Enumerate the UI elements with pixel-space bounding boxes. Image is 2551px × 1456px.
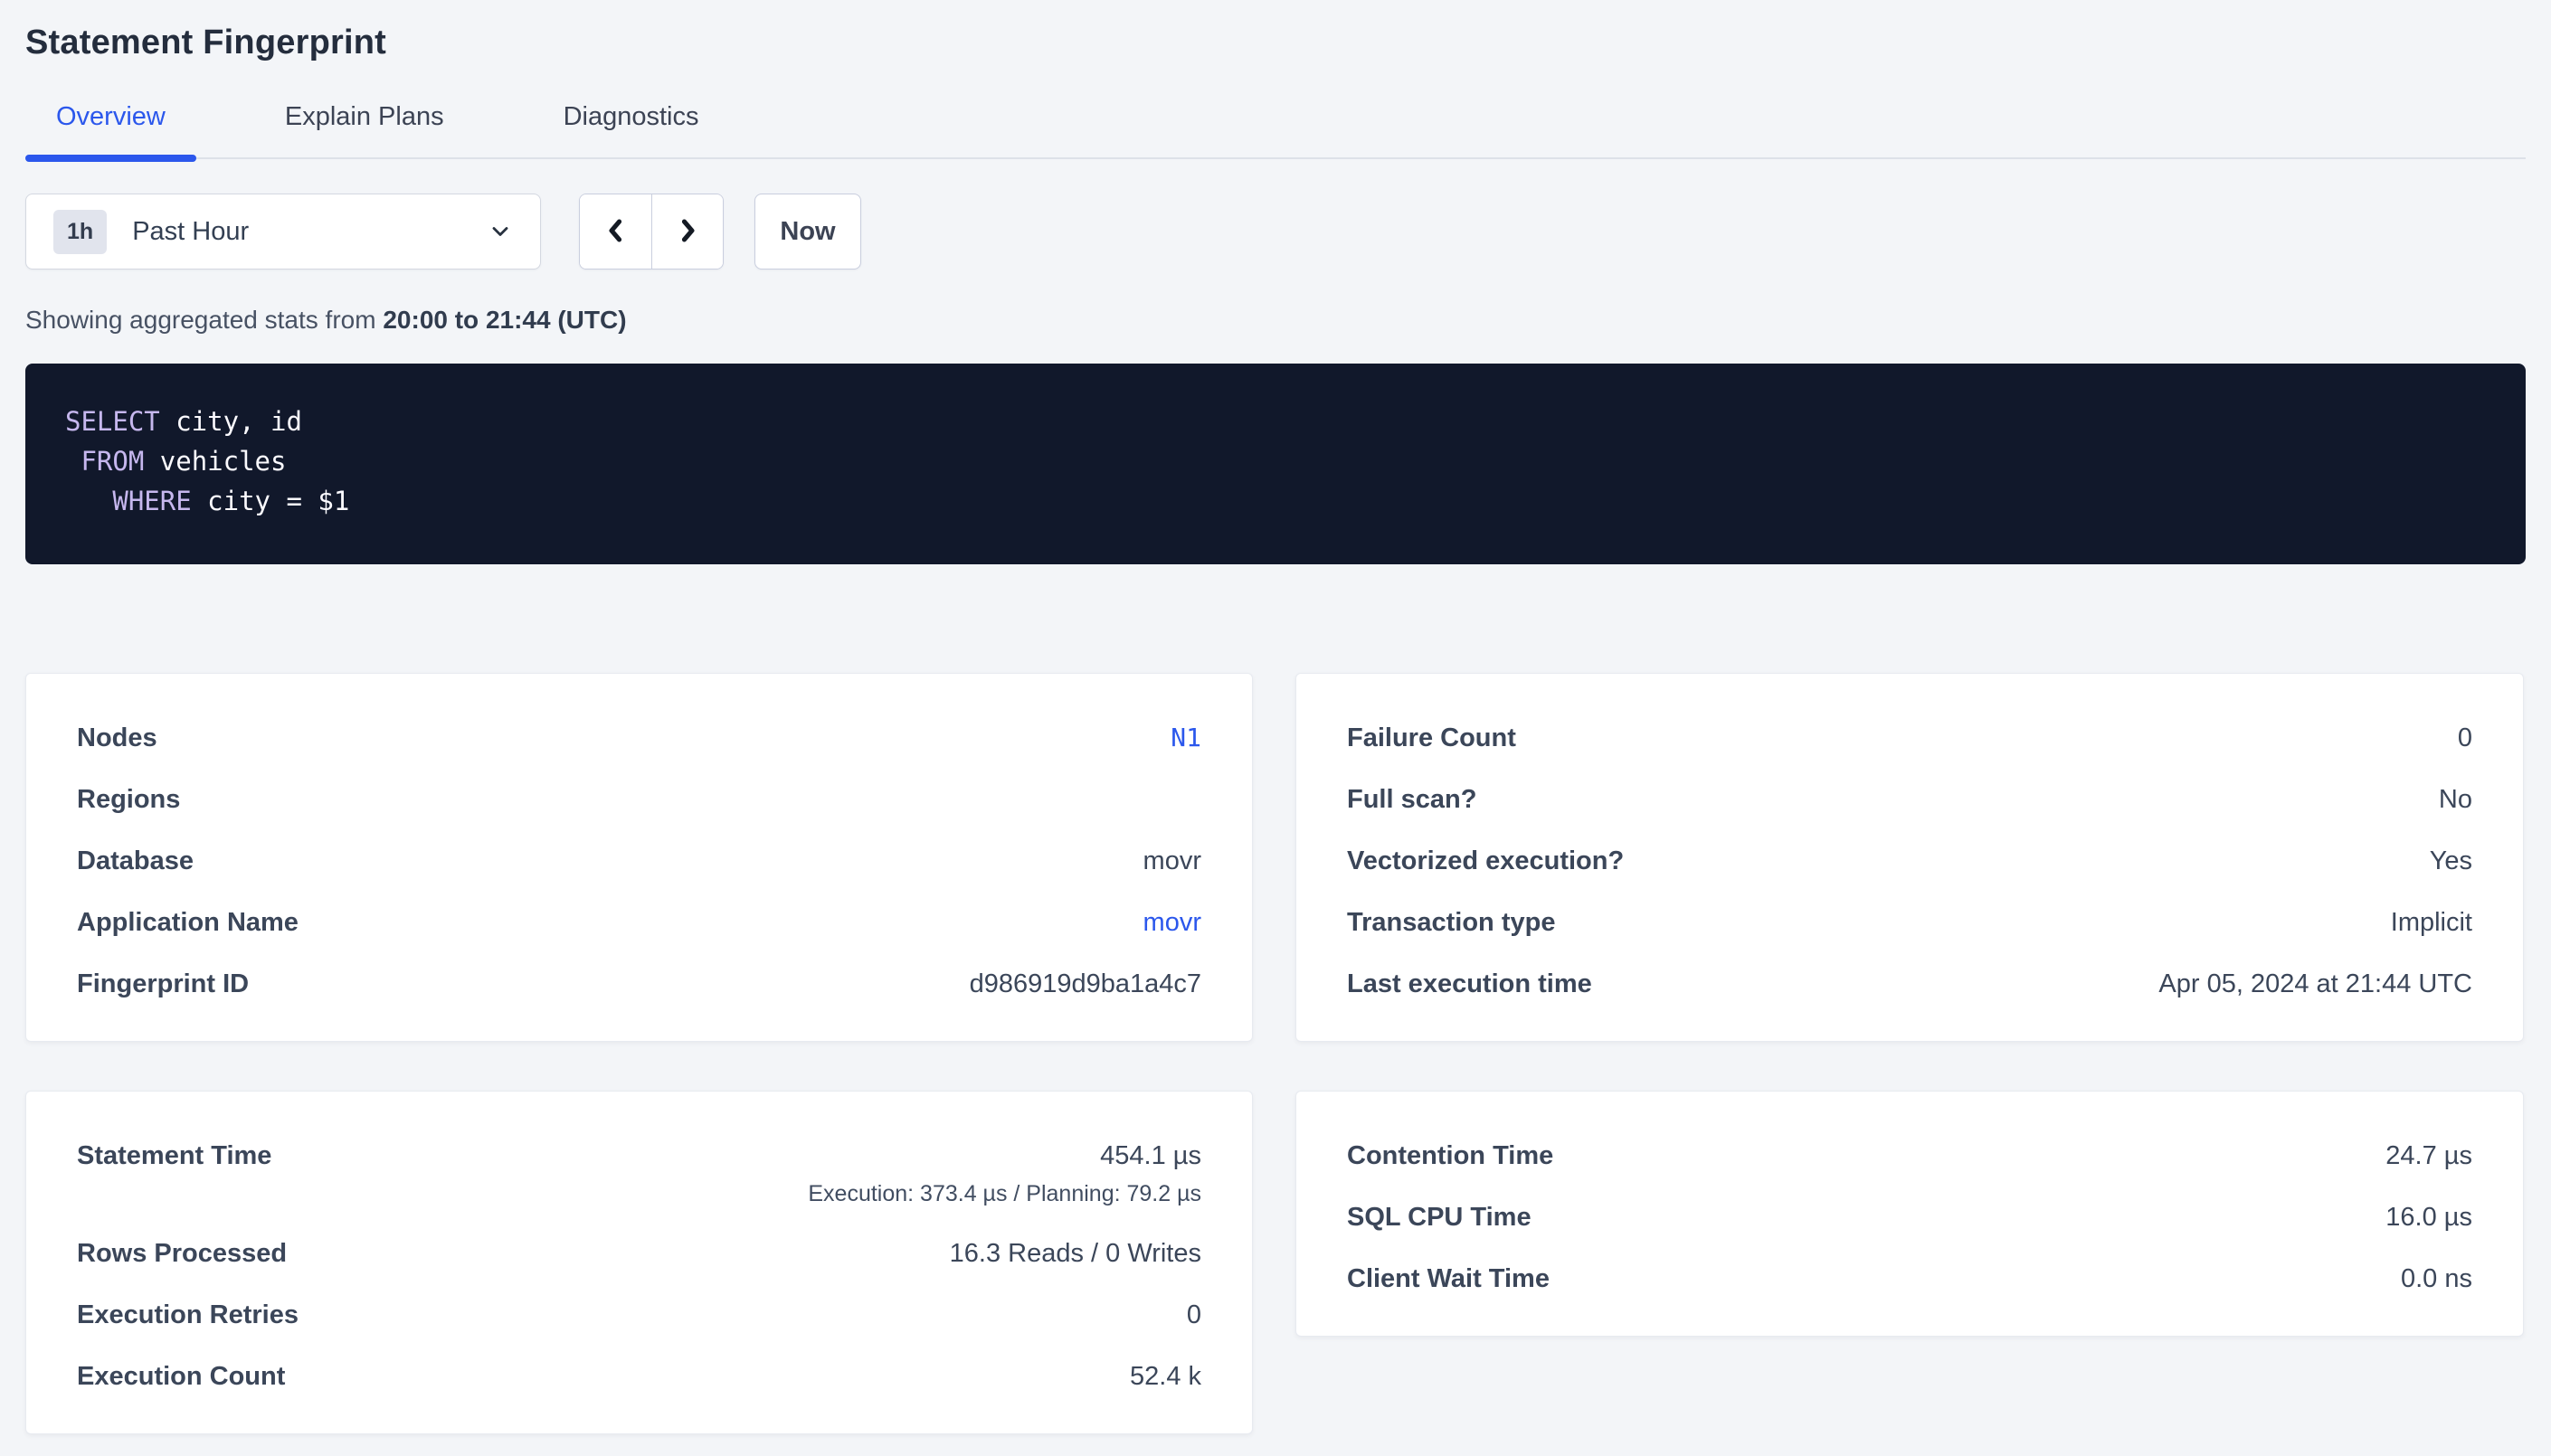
statement-fingerprint-page: Statement Fingerprint Overview Explain P…	[0, 0, 2551, 1434]
aggregation-note: Showing aggregated stats from 20:00 to 2…	[25, 306, 2526, 335]
row-value: Apr 05, 2024 at 21:44 UTC	[2158, 969, 2472, 999]
row-label: Nodes	[77, 723, 157, 753]
row-label: Fingerprint ID	[77, 969, 249, 999]
aggregation-note-prefix: Showing aggregated stats from	[25, 306, 383, 334]
row-value: 24.7 µs	[2385, 1140, 2472, 1171]
row-full-scan: Full scan? No	[1347, 784, 2472, 815]
row-execution-retries: Execution Retries 0	[77, 1300, 1201, 1330]
sql-keyword: FROM	[81, 446, 144, 477]
row-label: Regions	[77, 784, 180, 815]
sql-statement-box: SELECT city, id FROM vehicles WHERE city…	[25, 364, 2526, 564]
row-value: 52.4 k	[1130, 1361, 1201, 1392]
chevron-down-icon	[488, 219, 513, 244]
row-value: 0.0 ns	[2401, 1263, 2472, 1294]
page-title: Statement Fingerprint	[25, 0, 2526, 62]
row-label: Statement Time	[77, 1140, 271, 1171]
tab-bar: Overview Explain Plans Diagnostics	[25, 102, 2526, 159]
row-value: 16.3 Reads / 0 Writes	[950, 1238, 1201, 1269]
time-step-button-group	[579, 194, 724, 269]
time-range-dropdown[interactable]: 1h Past Hour	[25, 194, 541, 269]
row-label: Database	[77, 846, 194, 876]
time-controls: 1h Past Hour Now	[25, 194, 2526, 269]
tab-overview[interactable]: Overview	[25, 102, 196, 157]
statement-stats-card-left: Statement Time 454.1 µs Execution: 373.4…	[25, 1091, 1253, 1434]
tab-explain-plans[interactable]: Explain Plans	[254, 102, 475, 157]
nodes-link[interactable]: N1	[1171, 723, 1201, 753]
application-name-link[interactable]: movr	[1143, 907, 1201, 938]
row-value: 16.0 µs	[2385, 1202, 2472, 1233]
row-statement-time: Statement Time 454.1 µs Execution: 373.4…	[77, 1140, 1201, 1207]
row-label: Execution Retries	[77, 1300, 299, 1330]
sql-keyword: SELECT	[65, 406, 160, 437]
row-label: Full scan?	[1347, 784, 1476, 815]
row-label: Contention Time	[1347, 1140, 1553, 1171]
row-fingerprint-id: Fingerprint ID d986919d9ba1a4c7	[77, 969, 1201, 999]
row-value: 0	[2458, 723, 2472, 753]
row-vectorized-execution: Vectorized execution? Yes	[1347, 846, 2472, 876]
chevron-left-icon	[601, 215, 631, 249]
row-value: movr	[1143, 846, 1201, 876]
metadata-card-left: Nodes N1 Regions Database movr Applicati…	[25, 673, 1253, 1042]
row-label: Application Name	[77, 907, 299, 938]
row-value: Yes	[2430, 846, 2472, 876]
row-label: Execution Count	[77, 1361, 285, 1392]
row-label: Last execution time	[1347, 969, 1592, 999]
tab-diagnostics[interactable]: Diagnostics	[533, 102, 730, 157]
row-value: 454.1 µs	[1100, 1140, 1201, 1171]
chevron-right-icon	[672, 215, 703, 249]
row-failure-count: Failure Count 0	[1347, 723, 2472, 753]
row-sql-cpu-time: SQL CPU Time 16.0 µs	[1347, 1202, 2472, 1233]
row-label: SQL CPU Time	[1347, 1202, 1532, 1233]
row-label: Rows Processed	[77, 1238, 287, 1269]
row-client-wait-time: Client Wait Time 0.0 ns	[1347, 1263, 2472, 1294]
row-label: Vectorized execution?	[1347, 846, 1624, 876]
aggregation-time-range: 20:00 to 21:44 (UTC)	[383, 306, 626, 334]
row-value: Implicit	[2391, 907, 2472, 938]
statement-stats-card-right: Contention Time 24.7 µs SQL CPU Time 16.…	[1295, 1091, 2524, 1337]
row-last-execution-time: Last execution time Apr 05, 2024 at 21:4…	[1347, 969, 2472, 999]
time-range-label: Past Hour	[132, 217, 249, 247]
sql-text: city = $1	[192, 486, 350, 516]
statement-time-breakdown: Execution: 373.4 µs / Planning: 79.2 µs	[808, 1180, 1201, 1207]
row-label: Client Wait Time	[1347, 1263, 1550, 1294]
row-regions: Regions	[77, 784, 1201, 815]
row-transaction-type: Transaction type Implicit	[1347, 907, 2472, 938]
sql-indent	[65, 486, 112, 516]
interval-badge: 1h	[53, 210, 107, 254]
summary-cards: Nodes N1 Regions Database movr Applicati…	[25, 673, 2526, 1434]
row-value: No	[2439, 784, 2472, 815]
row-database: Database movr	[77, 846, 1201, 876]
row-application-name: Application Name movr	[77, 907, 1201, 938]
sql-keyword: WHERE	[112, 486, 191, 516]
row-nodes: Nodes N1	[77, 723, 1201, 753]
sql-text: city, id	[160, 406, 302, 437]
next-interval-button[interactable]	[651, 194, 723, 269]
now-button[interactable]: Now	[754, 194, 861, 269]
previous-interval-button[interactable]	[580, 194, 651, 269]
row-rows-processed: Rows Processed 16.3 Reads / 0 Writes	[77, 1238, 1201, 1269]
row-contention-time: Contention Time 24.7 µs	[1347, 1140, 2472, 1171]
row-label: Transaction type	[1347, 907, 1555, 938]
row-label: Failure Count	[1347, 723, 1516, 753]
metadata-card-right: Failure Count 0 Full scan? No Vectorized…	[1295, 673, 2524, 1042]
sql-indent	[65, 446, 81, 477]
row-value: 0	[1187, 1300, 1201, 1330]
row-value: d986919d9ba1a4c7	[970, 969, 1201, 999]
row-execution-count: Execution Count 52.4 k	[77, 1361, 1201, 1392]
sql-text: vehicles	[144, 446, 286, 477]
